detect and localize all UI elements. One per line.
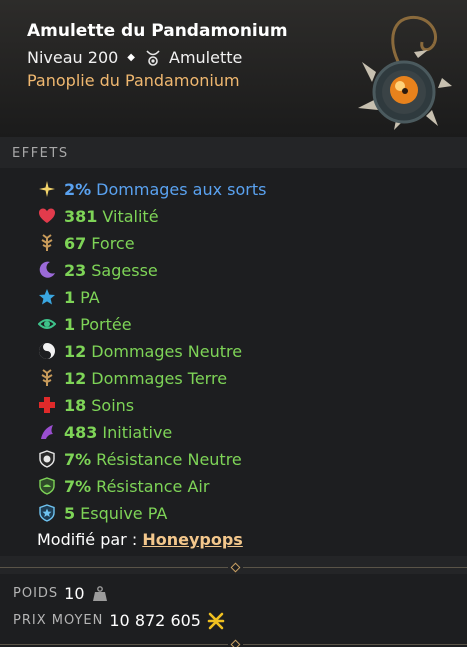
effect-value: 1 [64, 314, 76, 334]
modified-label: Modifié par : [37, 530, 138, 549]
item-name: Amulette du Pandamonium [27, 21, 288, 41]
effect-label: Esquive PA [80, 503, 168, 523]
effect-label: Résistance Neutre [96, 449, 242, 469]
red-cross-icon [39, 397, 55, 413]
shield-neutral-icon [39, 450, 55, 468]
crafter-link[interactable]: Honeypops [142, 530, 242, 549]
effect-row: 483 Initiative [38, 421, 172, 443]
effect-row: 18 Soins [38, 394, 134, 416]
price-value: 10 872 605 [109, 611, 201, 630]
effect-row: 67 Force [38, 232, 135, 254]
effect-row: 2% Dommages aux sorts [38, 178, 267, 200]
effect-label: Portée [80, 314, 132, 334]
effect-row: 7% Résistance Air [38, 475, 209, 497]
effect-value: 23 [64, 260, 87, 280]
earth-icon [41, 369, 53, 386]
effect-label: Soins [91, 395, 135, 415]
force-icon [41, 234, 53, 251]
sparkle-icon [39, 181, 55, 197]
bottom-divider [0, 639, 467, 647]
effect-row: 12 Dommages Terre [38, 367, 227, 389]
effect-row: 7% Résistance Neutre [38, 448, 242, 470]
effect-row: 23 Sagesse [38, 259, 158, 281]
item-level: Niveau 200 [27, 48, 119, 67]
item-subtitle: Niveau 200 ◆ Amulette [27, 48, 242, 67]
effect-label: Sagesse [91, 260, 158, 280]
weight-row: POIDS 10 [13, 584, 109, 603]
effect-row: 5 Esquive PA [38, 502, 167, 524]
effect-value: 67 [64, 233, 87, 253]
kamas-icon [207, 612, 225, 629]
price-label: PRIX MOYEN [13, 613, 104, 628]
separator-diamond-icon: ◆ [127, 52, 135, 63]
effect-value: 7% [64, 476, 92, 496]
star-icon [39, 289, 55, 305]
heart-icon [39, 208, 55, 223]
weight-label: POIDS [13, 586, 59, 601]
effect-label: Dommages Neutre [91, 341, 243, 361]
moon-icon [39, 261, 55, 278]
weight-icon [92, 585, 107, 601]
effect-row: 1 Portée [38, 313, 132, 335]
item-tooltip: Amulette du Pandamonium Niveau 200 ◆ Amu… [0, 0, 467, 647]
shield-air-icon [39, 477, 55, 495]
amulet-type-icon [146, 49, 160, 66]
price-row: PRIX MOYEN 10 872 605 [13, 611, 225, 630]
effect-label: Initiative [102, 422, 173, 442]
effect-value: 18 [64, 395, 87, 415]
effect-row: 1 PA [38, 286, 100, 308]
effect-label: Résistance Air [96, 476, 210, 496]
initiative-icon [41, 425, 53, 439]
effect-value: 7% [64, 449, 92, 469]
pandamonium-amulet-image [358, 15, 452, 130]
effect-value: 12 [64, 368, 87, 388]
effect-value: 12 [64, 341, 87, 361]
effect-value: 1 [64, 287, 76, 307]
effect-label: Force [91, 233, 135, 253]
effect-value: 483 [64, 422, 98, 442]
effect-label: Vitalité [102, 206, 159, 226]
item-set-link[interactable]: Panoplie du Pandamonium [27, 71, 240, 90]
effect-label: Dommages aux sorts [96, 179, 267, 199]
weight-value: 10 [64, 584, 85, 603]
effect-row: 381 Vitalité [38, 205, 159, 227]
effects-section-title: EFFETS [12, 146, 69, 161]
effect-label: Dommages Terre [91, 368, 228, 388]
effect-label: PA [80, 287, 100, 307]
effect-value: 2% [64, 179, 92, 199]
item-type: Amulette [169, 48, 243, 67]
shield-pa-icon [39, 504, 55, 522]
item-header: Amulette du Pandamonium Niveau 200 ◆ Amu… [0, 0, 467, 137]
eye-icon [38, 319, 56, 329]
effect-value: 381 [64, 206, 98, 226]
effect-row: 12 Dommages Neutre [38, 340, 242, 362]
yin-yang-icon [39, 343, 55, 359]
divider [0, 562, 467, 573]
effect-value: 5 [64, 503, 76, 523]
modified-by: Modifié par : Honeypops [37, 530, 243, 549]
